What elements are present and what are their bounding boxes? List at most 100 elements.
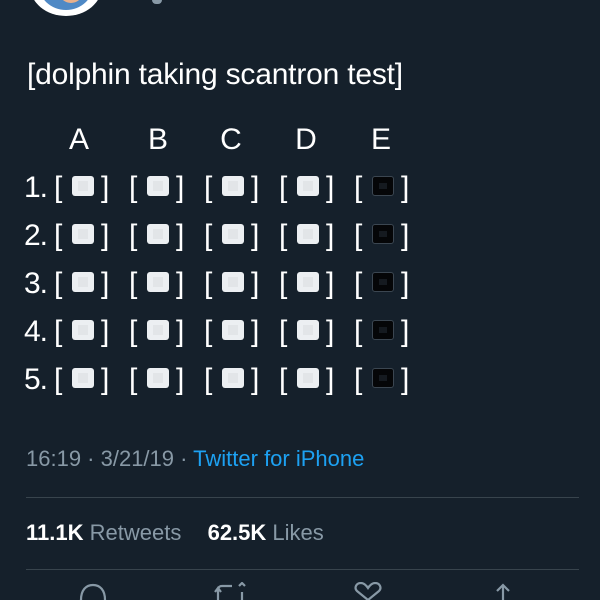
bracket-right: ]: [101, 171, 110, 204]
black-square-icon: [372, 272, 394, 292]
bracket-left: [: [54, 267, 63, 300]
white-square-icon: [72, 320, 94, 340]
like-icon[interactable]: [353, 582, 383, 600]
bracket-right: ]: [326, 363, 335, 396]
tweet-timestamp: 16:19 · 3/21/19 ·: [26, 446, 194, 471]
white-square-icon: [147, 272, 169, 292]
bracket-right: ]: [101, 219, 110, 252]
answer-bubble-b: []: [129, 166, 193, 210]
username-fragment: [152, 0, 162, 4]
reply-icon[interactable]: [78, 582, 108, 600]
bracket-left: [: [354, 315, 363, 348]
white-square-icon: [222, 176, 244, 196]
black-square-icon: [372, 368, 394, 388]
bracket-right: ]: [176, 171, 185, 204]
answer-bubble-b: []: [129, 310, 193, 354]
retweet-icon[interactable]: [213, 582, 246, 600]
tweet-detail-page: [dolphin taking scantron test] ABCDE 1.[…: [0, 0, 600, 600]
likes-stat[interactable]: 62.5K Likes: [208, 520, 324, 545]
bracket-right: ]: [326, 219, 335, 252]
likes-count: 62.5K: [207, 520, 267, 545]
white-square-icon: [297, 224, 319, 244]
choice-letter-d: D: [295, 123, 317, 156]
white-square-icon: [147, 368, 169, 388]
tweet-stats: 11.1K Retweets 62.5K Likes: [26, 519, 324, 547]
bracket-right: ]: [176, 267, 185, 300]
white-square-icon: [72, 272, 94, 292]
bracket-left: [: [129, 219, 138, 252]
answer-bubble-e: []: [354, 214, 418, 258]
answer-row-5: 5.[][][][][]: [24, 358, 444, 406]
white-square-icon: [72, 368, 94, 388]
bracket-left: [: [129, 315, 138, 348]
actions-top-divider: [26, 569, 579, 570]
share-icon[interactable]: [488, 582, 518, 600]
retweets-label: Retweets: [83, 520, 182, 545]
scantron-grid: ABCDE 1.[][][][][] 2.[][][][][] 3.[][][][]…: [24, 118, 444, 406]
black-square-icon: [372, 320, 394, 340]
bracket-right: ]: [176, 219, 185, 252]
white-square-icon: [297, 320, 319, 340]
tweet-action-bar: [0, 582, 600, 600]
answer-bubble-d: []: [279, 310, 343, 354]
bracket-left: [: [354, 363, 363, 396]
bracket-left: [: [279, 219, 288, 252]
bracket-right: ]: [251, 267, 260, 300]
answer-bubble-a: []: [54, 358, 118, 402]
bracket-left: [: [129, 363, 138, 396]
answer-bubble-c: []: [204, 310, 268, 354]
answer-bubble-c: []: [204, 166, 268, 210]
white-square-icon: [72, 224, 94, 244]
answer-bubble-c: []: [204, 214, 268, 258]
bracket-right: ]: [176, 363, 185, 396]
bracket-right: ]: [251, 219, 260, 252]
bracket-right: ]: [251, 363, 260, 396]
bracket-left: [: [204, 363, 213, 396]
bracket-right: ]: [401, 267, 410, 300]
bracket-right: ]: [401, 219, 410, 252]
answer-bubble-d: []: [279, 358, 343, 402]
answer-bubble-e: []: [354, 262, 418, 306]
answer-bubble-b: []: [129, 214, 193, 258]
white-square-icon: [297, 272, 319, 292]
likes-label: Likes: [266, 520, 324, 545]
bracket-left: [: [279, 267, 288, 300]
bracket-right: ]: [101, 363, 110, 396]
bracket-right: ]: [251, 315, 260, 348]
white-square-icon: [222, 320, 244, 340]
answer-bubble-d: []: [279, 262, 343, 306]
bracket-right: ]: [176, 315, 185, 348]
bracket-left: [: [54, 219, 63, 252]
question-number: 2.: [24, 219, 48, 252]
white-square-icon: [147, 176, 169, 196]
answer-bubble-a: []: [54, 214, 118, 258]
bracket-left: [: [204, 315, 213, 348]
choice-header-row: A B C D E: [24, 118, 444, 166]
black-square-icon: [372, 176, 394, 196]
answer-row-4: 4.[][][][][]: [24, 310, 444, 358]
answer-bubble-b: []: [129, 262, 193, 306]
choice-letter-a: A: [68, 123, 89, 156]
bracket-left: [: [279, 363, 288, 396]
bracket-right: ]: [326, 315, 335, 348]
answer-bubble-b: []: [129, 358, 193, 402]
bracket-left: [: [54, 363, 63, 396]
question-number: 5.: [24, 363, 48, 396]
tweet-metadata: 16:19 · 3/21/19 · Twitter for iPhone: [26, 445, 364, 473]
white-square-icon: [297, 368, 319, 388]
answer-bubble-a: []: [54, 262, 118, 306]
bracket-left: [: [54, 315, 63, 348]
answer-bubble-e: []: [354, 358, 418, 402]
retweets-stat[interactable]: 11.1K Retweets: [26, 520, 187, 545]
bracket-right: ]: [401, 363, 410, 396]
answer-bubble-d: []: [279, 166, 343, 210]
white-square-icon: [147, 320, 169, 340]
bracket-right: ]: [401, 171, 410, 204]
white-square-icon: [222, 272, 244, 292]
white-square-icon: [72, 176, 94, 196]
black-square-icon: [372, 224, 394, 244]
question-number: 1.: [24, 171, 48, 204]
avatar[interactable]: [30, 0, 102, 16]
bracket-left: [: [204, 219, 213, 252]
tweet-source-link[interactable]: Twitter for iPhone: [193, 446, 364, 471]
